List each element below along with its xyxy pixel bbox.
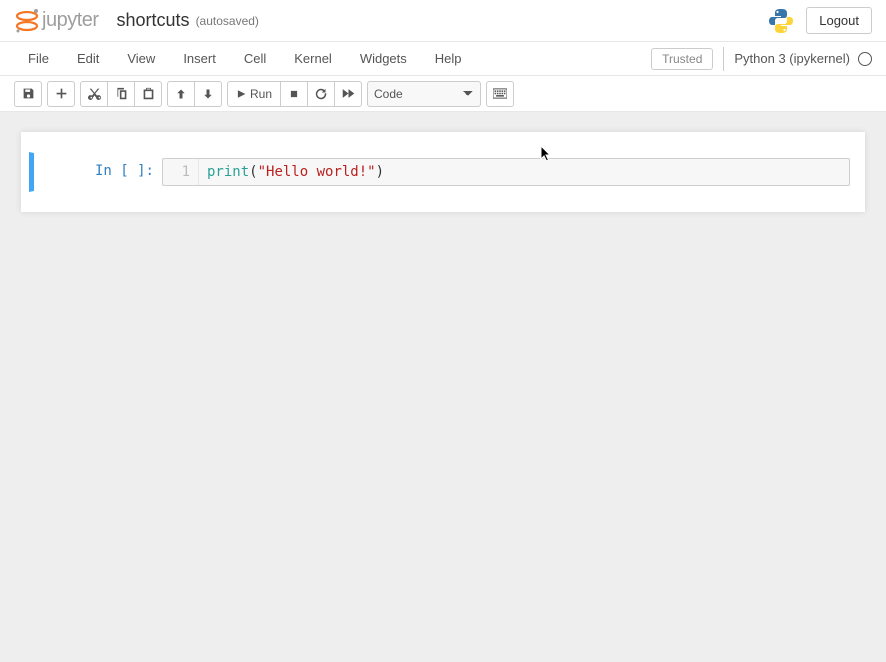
menubar: File Edit View Insert Cell Kernel Widget… — [0, 42, 886, 76]
menu-widgets[interactable]: Widgets — [346, 45, 421, 72]
restart-button[interactable] — [307, 81, 335, 107]
stop-button[interactable] — [280, 81, 308, 107]
fast-forward-icon — [342, 88, 355, 99]
run-group: Run — [227, 81, 362, 107]
move-group — [167, 81, 222, 107]
kernel-area: Python 3 (ipykernel) — [723, 47, 872, 71]
menu-insert[interactable]: Insert — [169, 45, 230, 72]
menu-edit[interactable]: Edit — [63, 45, 113, 72]
jupyter-logo-text: jupyter — [42, 9, 99, 32]
restart-icon — [315, 88, 327, 100]
code-token-string: "Hello world!" — [258, 164, 376, 180]
cut-icon — [88, 87, 101, 100]
move-down-button[interactable] — [194, 81, 222, 107]
menu-kernel[interactable]: Kernel — [280, 45, 346, 72]
restart-run-all-button[interactable] — [334, 81, 362, 107]
paste-icon — [142, 87, 155, 100]
run-button[interactable]: Run — [227, 81, 281, 107]
menu-file[interactable]: File — [14, 45, 63, 72]
move-up-button[interactable] — [167, 81, 195, 107]
stop-icon — [289, 89, 299, 99]
copy-icon — [115, 87, 128, 100]
jupyter-icon — [14, 7, 40, 35]
input-prompt: In [ ]: — [34, 158, 162, 186]
notebook-container: In [ ]: 1 print("Hello world!") — [21, 132, 865, 212]
notebook-area: In [ ]: 1 print("Hello world!") — [0, 112, 886, 212]
kernel-name[interactable]: Python 3 (ipykernel) — [734, 51, 850, 66]
arrow-down-icon — [202, 88, 214, 100]
run-label: Run — [250, 87, 272, 101]
code-cell[interactable]: In [ ]: 1 print("Hello world!") — [29, 152, 857, 192]
code-token-open: ( — [249, 164, 257, 180]
keyboard-icon — [493, 88, 507, 99]
menu-view[interactable]: View — [113, 45, 169, 72]
code-token-close: ) — [376, 164, 384, 180]
save-icon — [22, 87, 35, 100]
copy-button[interactable] — [107, 81, 135, 107]
toolbar: Run Code — [0, 76, 886, 112]
code-input-area[interactable]: 1 print("Hello world!") — [162, 158, 850, 186]
cut-copy-paste-group — [80, 81, 162, 107]
python-icon — [766, 6, 796, 36]
cut-button[interactable] — [80, 81, 108, 107]
kernel-idle-icon — [858, 52, 872, 66]
menu-cell[interactable]: Cell — [230, 45, 280, 72]
cell-type-select[interactable]: Code — [367, 81, 481, 107]
command-palette-button[interactable] — [486, 81, 514, 107]
plus-icon — [55, 87, 68, 100]
logout-button[interactable]: Logout — [806, 7, 872, 34]
menu-help[interactable]: Help — [421, 45, 476, 72]
paste-button[interactable] — [134, 81, 162, 107]
play-icon — [236, 89, 246, 99]
notebook-title[interactable]: shortcuts — [117, 10, 190, 31]
code-line[interactable]: print("Hello world!") — [199, 159, 392, 185]
save-button[interactable] — [14, 81, 42, 107]
jupyter-logo[interactable]: jupyter — [14, 7, 99, 35]
add-cell-button[interactable] — [47, 81, 75, 107]
trusted-button[interactable]: Trusted — [651, 48, 713, 70]
line-number-gutter: 1 — [163, 159, 199, 185]
arrow-up-icon — [175, 88, 187, 100]
autosave-status: (autosaved) — [196, 14, 259, 28]
code-token-func: print — [207, 164, 249, 180]
header: jupyter shortcuts (autosaved) Logout — [0, 0, 886, 42]
